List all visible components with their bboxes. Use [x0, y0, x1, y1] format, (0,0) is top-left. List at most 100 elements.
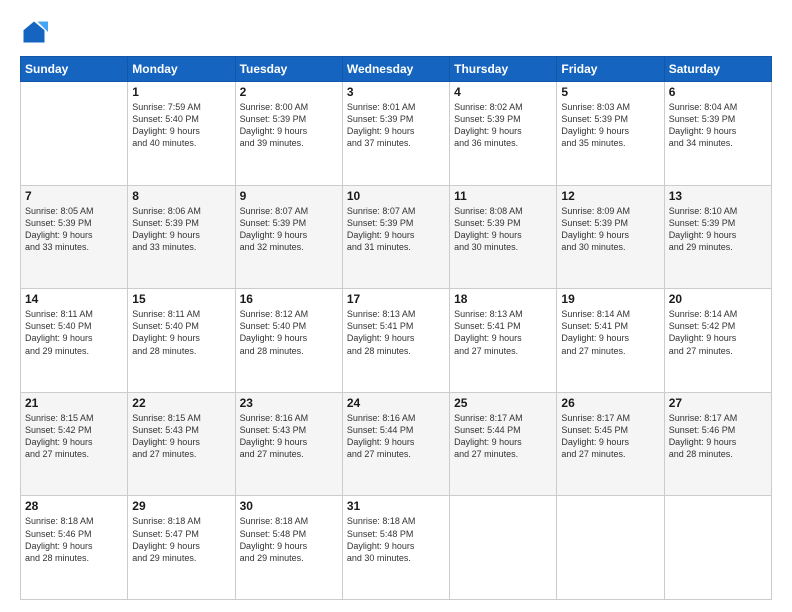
- day-cell: 22 Sunrise: 8:15 AM Sunset: 5:43 PM Dayli…: [128, 392, 235, 496]
- day-info: Sunrise: 8:12 AM Sunset: 5:40 PM Dayligh…: [240, 308, 338, 357]
- day-number: 23: [240, 396, 338, 410]
- day-number: 7: [25, 189, 123, 203]
- page: SundayMondayTuesdayWednesdayThursdayFrid…: [0, 0, 792, 612]
- col-header-tuesday: Tuesday: [235, 57, 342, 82]
- day-number: 25: [454, 396, 552, 410]
- header: [20, 18, 772, 46]
- day-cell: 19 Sunrise: 8:14 AM Sunset: 5:41 PM Dayli…: [557, 289, 664, 393]
- day-cell: 15Sunrise: 8:11 AM Sunset: 5:40 PM Dayli…: [128, 289, 235, 393]
- day-number: 27: [669, 396, 767, 410]
- day-number: 15: [132, 292, 230, 306]
- day-cell: 9 Sunrise: 8:07 AM Sunset: 5:39 PM Daylig…: [235, 185, 342, 289]
- col-header-sunday: Sunday: [21, 57, 128, 82]
- day-number: 16: [240, 292, 338, 306]
- week-row-4: 21 Sunrise: 8:15 AM Sunset: 5:42 PM Dayli…: [21, 392, 772, 496]
- day-info: Sunrise: 8:18 AM Sunset: 5:46 PM Dayligh…: [25, 515, 123, 564]
- day-info: Sunrise: 8:15 AM Sunset: 5:43 PM Dayligh…: [132, 412, 230, 461]
- day-number: 21: [25, 396, 123, 410]
- day-info: Sunrise: 8:02 AM Sunset: 5:39 PM Dayligh…: [454, 101, 552, 150]
- day-number: 3: [347, 85, 445, 99]
- day-info: Sunrise: 8:06 AM Sunset: 5:39 PM Dayligh…: [132, 205, 230, 254]
- calendar-table: SundayMondayTuesdayWednesdayThursdayFrid…: [20, 56, 772, 600]
- day-cell: 20 Sunrise: 8:14 AM Sunset: 5:42 PM Dayli…: [664, 289, 771, 393]
- day-info: Sunrise: 8:16 AM Sunset: 5:43 PM Dayligh…: [240, 412, 338, 461]
- day-info: Sunrise: 8:00 AM Sunset: 5:39 PM Dayligh…: [240, 101, 338, 150]
- day-info: Sunrise: 8:15 AM Sunset: 5:42 PM Dayligh…: [25, 412, 123, 461]
- day-number: 5: [561, 85, 659, 99]
- day-info: Sunrise: 8:18 AM Sunset: 5:48 PM Dayligh…: [240, 515, 338, 564]
- day-number: 9: [240, 189, 338, 203]
- day-cell: 14 Sunrise: 8:11 AM Sunset: 5:40 PM Dayli…: [21, 289, 128, 393]
- col-header-wednesday: Wednesday: [342, 57, 449, 82]
- day-cell: 17 Sunrise: 8:13 AM Sunset: 5:41 PM Dayli…: [342, 289, 449, 393]
- day-number: 4: [454, 85, 552, 99]
- day-cell: 29 Sunrise: 8:18 AM Sunset: 5:47 PM Dayli…: [128, 496, 235, 600]
- day-cell: [557, 496, 664, 600]
- week-row-3: 14 Sunrise: 8:11 AM Sunset: 5:40 PM Dayli…: [21, 289, 772, 393]
- day-info: Sunrise: 8:11 AM Sunset: 5:40 PM Dayligh…: [25, 308, 123, 357]
- day-info: Sunrise: 8:04 AM Sunset: 5:39 PM Dayligh…: [669, 101, 767, 150]
- day-cell: [21, 82, 128, 186]
- day-info: Sunrise: 8:14 AM Sunset: 5:41 PM Dayligh…: [561, 308, 659, 357]
- day-cell: 25 Sunrise: 8:17 AM Sunset: 5:44 PM Dayli…: [450, 392, 557, 496]
- day-number: 17: [347, 292, 445, 306]
- day-cell: 4 Sunrise: 8:02 AM Sunset: 5:39 PM Daylig…: [450, 82, 557, 186]
- day-cell: 30 Sunrise: 8:18 AM Sunset: 5:48 PM Dayli…: [235, 496, 342, 600]
- col-header-friday: Friday: [557, 57, 664, 82]
- day-number: 26: [561, 396, 659, 410]
- day-info: Sunrise: 8:14 AM Sunset: 5:42 PM Dayligh…: [669, 308, 767, 357]
- day-cell: 18Sunrise: 8:13 AM Sunset: 5:41 PM Dayli…: [450, 289, 557, 393]
- day-number: 2: [240, 85, 338, 99]
- day-number: 11: [454, 189, 552, 203]
- logo-icon: [20, 18, 48, 46]
- day-info: Sunrise: 8:10 AM Sunset: 5:39 PM Dayligh…: [669, 205, 767, 254]
- day-cell: 24Sunrise: 8:16 AM Sunset: 5:44 PM Dayli…: [342, 392, 449, 496]
- day-cell: 27Sunrise: 8:17 AM Sunset: 5:46 PM Dayli…: [664, 392, 771, 496]
- day-number: 29: [132, 499, 230, 513]
- day-info: Sunrise: 8:17 AM Sunset: 5:44 PM Dayligh…: [454, 412, 552, 461]
- day-cell: 10 Sunrise: 8:07 AM Sunset: 5:39 PM Dayli…: [342, 185, 449, 289]
- day-cell: 12Sunrise: 8:09 AM Sunset: 5:39 PM Dayli…: [557, 185, 664, 289]
- header-row: SundayMondayTuesdayWednesdayThursdayFrid…: [21, 57, 772, 82]
- day-number: 13: [669, 189, 767, 203]
- day-info: Sunrise: 8:13 AM Sunset: 5:41 PM Dayligh…: [347, 308, 445, 357]
- day-cell: [450, 496, 557, 600]
- day-info: Sunrise: 8:17 AM Sunset: 5:45 PM Dayligh…: [561, 412, 659, 461]
- col-header-thursday: Thursday: [450, 57, 557, 82]
- day-number: 30: [240, 499, 338, 513]
- day-cell: 3 Sunrise: 8:01 AM Sunset: 5:39 PM Daylig…: [342, 82, 449, 186]
- day-number: 10: [347, 189, 445, 203]
- day-info: Sunrise: 8:09 AM Sunset: 5:39 PM Dayligh…: [561, 205, 659, 254]
- day-cell: 26 Sunrise: 8:17 AM Sunset: 5:45 PM Dayli…: [557, 392, 664, 496]
- day-cell: 21 Sunrise: 8:15 AM Sunset: 5:42 PM Dayli…: [21, 392, 128, 496]
- day-number: 14: [25, 292, 123, 306]
- day-cell: 1 Sunrise: 7:59 AM Sunset: 5:40 PM Daylig…: [128, 82, 235, 186]
- day-cell: 23 Sunrise: 8:16 AM Sunset: 5:43 PM Dayli…: [235, 392, 342, 496]
- day-cell: 2 Sunrise: 8:00 AM Sunset: 5:39 PM Daylig…: [235, 82, 342, 186]
- day-info: Sunrise: 8:05 AM Sunset: 5:39 PM Dayligh…: [25, 205, 123, 254]
- day-info: Sunrise: 8:07 AM Sunset: 5:39 PM Dayligh…: [240, 205, 338, 254]
- week-row-1: 1 Sunrise: 7:59 AM Sunset: 5:40 PM Daylig…: [21, 82, 772, 186]
- day-info: Sunrise: 8:07 AM Sunset: 5:39 PM Dayligh…: [347, 205, 445, 254]
- day-info: Sunrise: 8:13 AM Sunset: 5:41 PM Dayligh…: [454, 308, 552, 357]
- day-number: 22: [132, 396, 230, 410]
- day-cell: 13 Sunrise: 8:10 AM Sunset: 5:39 PM Dayli…: [664, 185, 771, 289]
- day-info: Sunrise: 8:08 AM Sunset: 5:39 PM Dayligh…: [454, 205, 552, 254]
- day-info: Sunrise: 8:18 AM Sunset: 5:47 PM Dayligh…: [132, 515, 230, 564]
- day-info: Sunrise: 8:01 AM Sunset: 5:39 PM Dayligh…: [347, 101, 445, 150]
- day-cell: 11 Sunrise: 8:08 AM Sunset: 5:39 PM Dayli…: [450, 185, 557, 289]
- day-cell: 5Sunrise: 8:03 AM Sunset: 5:39 PM Daylig…: [557, 82, 664, 186]
- week-row-2: 7 Sunrise: 8:05 AM Sunset: 5:39 PM Daylig…: [21, 185, 772, 289]
- day-cell: 31Sunrise: 8:18 AM Sunset: 5:48 PM Dayli…: [342, 496, 449, 600]
- day-info: Sunrise: 7:59 AM Sunset: 5:40 PM Dayligh…: [132, 101, 230, 150]
- day-number: 20: [669, 292, 767, 306]
- day-number: 1: [132, 85, 230, 99]
- day-number: 19: [561, 292, 659, 306]
- week-row-5: 28 Sunrise: 8:18 AM Sunset: 5:46 PM Dayli…: [21, 496, 772, 600]
- day-info: Sunrise: 8:16 AM Sunset: 5:44 PM Dayligh…: [347, 412, 445, 461]
- day-number: 28: [25, 499, 123, 513]
- col-header-saturday: Saturday: [664, 57, 771, 82]
- day-cell: 8Sunrise: 8:06 AM Sunset: 5:39 PM Daylig…: [128, 185, 235, 289]
- day-number: 6: [669, 85, 767, 99]
- day-cell: 16 Sunrise: 8:12 AM Sunset: 5:40 PM Dayli…: [235, 289, 342, 393]
